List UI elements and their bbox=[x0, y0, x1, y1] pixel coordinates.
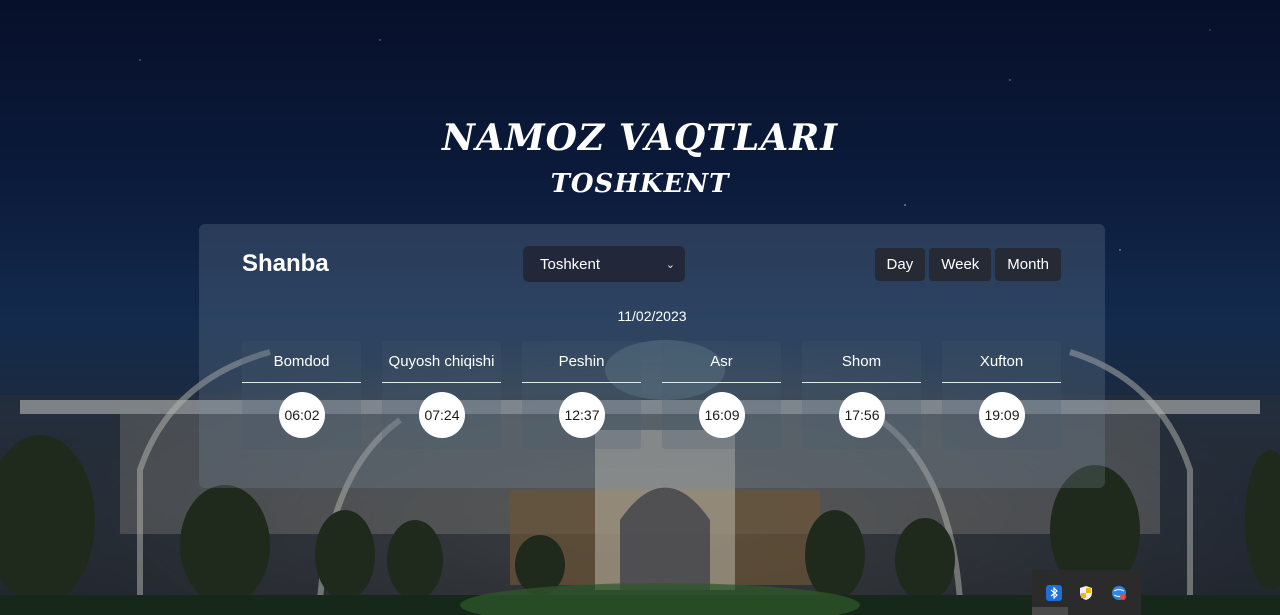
bluetooth-icon[interactable] bbox=[1046, 584, 1063, 601]
tray-hover-indicator bbox=[1032, 607, 1068, 615]
month-button[interactable]: Month bbox=[995, 248, 1061, 281]
prayer-time: 07:24 bbox=[419, 392, 465, 438]
chevron-down-icon: ⌄ bbox=[665, 258, 675, 271]
prayer-times-card: Shanba Toshkent ⌄ Day Week Month 11/02/2… bbox=[199, 224, 1105, 488]
page-title: NAMOZ VAQTLARI bbox=[441, 117, 839, 159]
hero-header: NAMOZ VAQTLARI TOSHKENT bbox=[0, 112, 1280, 204]
prayer-item-shom: Shom 17:56 bbox=[802, 341, 921, 449]
prayer-list: Bomdod 06:02 Quyosh chiqishi 07:24 Peshi… bbox=[242, 341, 1061, 449]
city-select[interactable]: Toshkent ⌄ bbox=[523, 246, 685, 282]
prayer-name: Xufton bbox=[942, 341, 1061, 383]
city-select-value: Toshkent bbox=[540, 255, 601, 273]
prayer-item-bomdod: Bomdod 06:02 bbox=[242, 341, 361, 449]
prayer-item-xufton: Xufton 19:09 bbox=[942, 341, 1061, 449]
weekday-label: Shanba bbox=[242, 250, 329, 277]
network-globe-icon[interactable] bbox=[1111, 585, 1127, 601]
prayer-item-peshin: Peshin 12:37 bbox=[522, 341, 641, 449]
prayer-time: 12:37 bbox=[559, 392, 605, 438]
prayer-time: 06:02 bbox=[279, 392, 325, 438]
prayer-time: 17:56 bbox=[839, 392, 885, 438]
range-toggle-group: Day Week Month bbox=[874, 248, 1061, 281]
prayer-time: 19:09 bbox=[979, 392, 1025, 438]
prayer-name: Bomdod bbox=[242, 341, 361, 383]
day-button[interactable]: Day bbox=[874, 248, 926, 281]
prayer-item-quyosh-chiqishi: Quyosh chiqishi 07:24 bbox=[382, 341, 501, 449]
prayer-name: Quyosh chiqishi bbox=[382, 341, 501, 383]
prayer-name: Shom bbox=[802, 341, 921, 383]
prayer-time: 16:09 bbox=[699, 392, 745, 438]
date-label: 11/02/2023 bbox=[617, 308, 687, 324]
week-button[interactable]: Week bbox=[929, 248, 992, 281]
prayer-name: Asr bbox=[662, 341, 781, 383]
prayer-item-asr: Asr 16:09 bbox=[662, 341, 781, 449]
security-shield-icon[interactable] bbox=[1078, 585, 1094, 601]
prayer-name: Peshin bbox=[522, 341, 641, 383]
page-subtitle-city: TOSHKENT bbox=[550, 169, 730, 199]
